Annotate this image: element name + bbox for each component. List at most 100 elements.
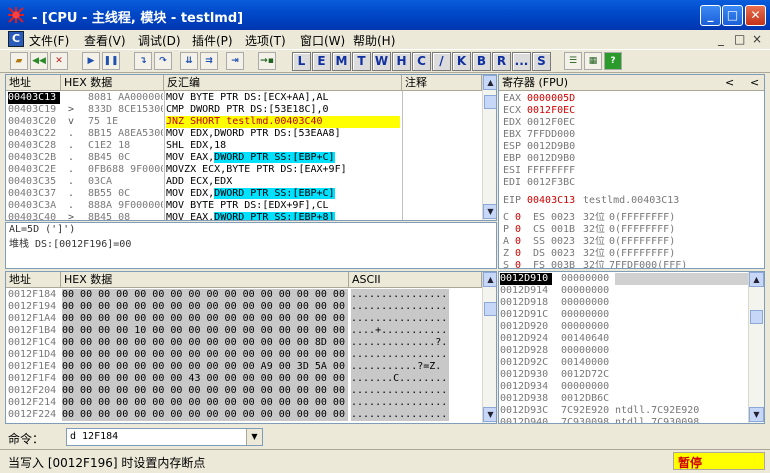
disasm-header-disassembly[interactable]: 反汇编 bbox=[164, 75, 402, 91]
chevron-down-icon[interactable]: ▼ bbox=[246, 429, 262, 445]
menu-help[interactable]: 帮助(H) bbox=[353, 32, 395, 49]
prev-arrow-icon[interactable]: < bbox=[725, 75, 734, 90]
trace-into-icon[interactable]: ⇊ bbox=[180, 52, 198, 70]
disasm-header-address[interactable]: 地址 bbox=[6, 75, 61, 91]
mdi-minimize-button[interactable]: _ bbox=[718, 32, 724, 46]
list-icon[interactable]: ☰ bbox=[564, 52, 582, 70]
disasm-row[interactable]: 00403C19 >833D 8CE15300 CMP DWORD PTR DS:[… bbox=[6, 104, 482, 116]
menu-window[interactable]: 窗口(W) bbox=[300, 32, 345, 49]
command-input[interactable]: d 12F184 ▼ bbox=[66, 428, 263, 446]
stack-row[interactable]: 0012D938 0012DB6C bbox=[499, 393, 748, 405]
registers-header[interactable]: 寄存器 (FPU) < < bbox=[499, 75, 764, 91]
dump-header-hex[interactable]: HEX 数据 bbox=[61, 272, 349, 288]
scroll-up-icon[interactable]: ▲ bbox=[749, 272, 764, 287]
menu-debug[interactable]: 调试(D) bbox=[138, 32, 181, 49]
dump-row[interactable]: 0012F1D4 00 00 00 00 00 00 00 00 00 00 00… bbox=[6, 349, 482, 361]
cpu-window-icon[interactable]: C bbox=[8, 31, 24, 47]
disasm-row[interactable]: 00403C35. 03CA ADD ECX,EDX bbox=[6, 176, 482, 188]
goto-icon[interactable]: →▪ bbox=[258, 52, 276, 70]
log-window-button[interactable]: L bbox=[292, 52, 311, 71]
minimize-button[interactable]: _ bbox=[700, 5, 721, 26]
next-arrow-icon[interactable]: < bbox=[750, 75, 759, 90]
stack-row[interactable]: 0012D940 7C930098 ntdll.7C930098 bbox=[499, 417, 748, 423]
help-icon[interactable]: ? bbox=[604, 52, 622, 70]
disasm-row[interactable]: 00403C3A. 888A 9F000000 MOV BYTE PTR DS:[E… bbox=[6, 200, 482, 212]
cpu-button[interactable]: C bbox=[412, 52, 431, 71]
source-button[interactable]: S bbox=[532, 52, 551, 71]
dump-row[interactable]: 0012F194 00 00 00 00 00 00 00 00 00 00 00… bbox=[6, 301, 482, 313]
stack-row[interactable]: 0012D92C 00140000 bbox=[499, 357, 748, 369]
step-into-icon[interactable]: ↴ bbox=[134, 52, 152, 70]
dump-row[interactable]: 0012F214 00 00 00 00 00 00 00 00 00 00 00… bbox=[6, 397, 482, 409]
stack-row[interactable]: 0012D928 00000000 bbox=[499, 345, 748, 357]
menu-plugins[interactable]: 插件(P) bbox=[192, 32, 233, 49]
references-button[interactable]: R bbox=[492, 52, 511, 71]
stack-row[interactable]: 0012D918 00000000 bbox=[499, 297, 748, 309]
stack-scrollbar[interactable]: ▲ ▼ bbox=[748, 272, 764, 423]
scroll-thumb[interactable] bbox=[750, 310, 763, 324]
dump-row[interactable]: 0012F1B4 00 00 00 00 10 00 00 00 00 00 00… bbox=[6, 325, 482, 337]
disasm-scrollbar[interactable]: ▲ ▼ bbox=[482, 75, 496, 220]
menu-view[interactable]: 查看(V) bbox=[84, 32, 126, 49]
trace-over-icon[interactable]: ⇉ bbox=[200, 52, 218, 70]
disasm-row[interactable]: 00403C2E. 0FB688 9F0000 MOVZX ECX,BYTE PTR… bbox=[6, 164, 482, 176]
scroll-up-icon[interactable]: ▲ bbox=[483, 75, 496, 90]
scroll-thumb[interactable] bbox=[484, 95, 496, 109]
dump-row[interactable]: 0012F1A4 00 00 00 00 00 00 00 00 00 00 00… bbox=[6, 313, 482, 325]
stack-row[interactable]: 0012D930 0012D72C bbox=[499, 369, 748, 381]
run-icon[interactable]: ▶ bbox=[82, 52, 100, 70]
execute-till-return-icon[interactable]: ⇥ bbox=[226, 52, 244, 70]
stack-row[interactable]: 0012D920 00000000 bbox=[499, 321, 748, 333]
disasm-row[interactable]: 00403C20 v 75 1E JNZ SHORT testlmd.00403C40 bbox=[6, 116, 482, 128]
scroll-down-icon[interactable]: ▼ bbox=[749, 407, 764, 422]
dump-row[interactable]: 0012F204 00 00 00 00 00 00 00 00 00 00 00… bbox=[6, 385, 482, 397]
dump-header-address[interactable]: 地址 bbox=[6, 272, 61, 288]
memory-map-button[interactable]: M bbox=[332, 52, 351, 71]
disasm-row[interactable]: 00403C2B. 8B45 0C MOV EAX,DWORD PTR SS:[EB… bbox=[6, 152, 482, 164]
dump-row[interactable]: 0012F1F4 00 00 00 00 00 00 00 43 00 00 00… bbox=[6, 373, 482, 385]
stack-row[interactable]: 0012D914 00000000 bbox=[499, 285, 748, 297]
close-program-icon[interactable]: ✕ bbox=[50, 52, 68, 70]
dump-row[interactable]: 0012F224 00 00 00 00 00 00 00 00 00 00 00… bbox=[6, 409, 482, 421]
dump-row[interactable]: 0012F184 00 00 00 00 00 00 00 00 00 00 00… bbox=[6, 289, 482, 301]
dump-scrollbar[interactable]: ▲ ▼ bbox=[482, 272, 496, 423]
disasm-header-comment[interactable]: 注释 bbox=[402, 75, 482, 91]
stack-row[interactable]: 0012D91C 00000000 bbox=[499, 309, 748, 321]
disasm-row[interactable]: 00403C13 8081 AA000000 MOV BYTE PTR DS:[EC… bbox=[6, 92, 482, 104]
dump-row[interactable]: 0012F1C4 00 00 00 00 00 00 00 00 00 00 00… bbox=[6, 337, 482, 349]
disasm-row[interactable]: 00403C37. 8B55 0C MOV EDX,DWORD PTR SS:[EB… bbox=[6, 188, 482, 200]
step-over-icon[interactable]: ↷ bbox=[154, 52, 172, 70]
restart-icon[interactable]: ◀◀ bbox=[30, 52, 48, 70]
call-stack-button[interactable]: K bbox=[452, 52, 471, 71]
dump-row[interactable]: 0012F1E4 00 00 00 00 00 00 00 00 00 00 00… bbox=[6, 361, 482, 373]
disasm-header-hex[interactable]: HEX 数据 bbox=[61, 75, 164, 91]
stack-row[interactable]: 0012D934 00000000 bbox=[499, 381, 748, 393]
stack-row[interactable]: 0012D93C 7C92E920 ntdll.7C92E920 bbox=[499, 405, 748, 417]
menu-options[interactable]: 选项(T) bbox=[245, 32, 286, 49]
disasm-row[interactable]: 00403C22. 8B15 A8EA5300 MOV EDX,DWORD PTR … bbox=[6, 128, 482, 140]
windows-button[interactable]: W bbox=[372, 52, 391, 71]
scroll-down-icon[interactable]: ▼ bbox=[483, 407, 496, 422]
open-icon[interactable]: ▰ bbox=[10, 52, 28, 70]
mdi-close-button[interactable]: × bbox=[752, 32, 762, 46]
disasm-row[interactable]: 00403C40 >8B45 08 MOV EAX,DWORD PTR SS:[EB… bbox=[6, 212, 482, 220]
menu-file[interactable]: 文件(F) bbox=[29, 32, 69, 49]
pause-icon[interactable]: ❚❚ bbox=[102, 52, 120, 70]
grid-icon[interactable]: ▦ bbox=[584, 52, 602, 70]
scroll-up-icon[interactable]: ▲ bbox=[483, 272, 496, 287]
handles-button[interactable]: H bbox=[392, 52, 411, 71]
scroll-down-icon[interactable]: ▼ bbox=[483, 204, 496, 219]
scroll-thumb[interactable] bbox=[484, 302, 496, 316]
run-trace-button[interactable]: ... bbox=[512, 52, 531, 71]
maximize-button[interactable]: □ bbox=[722, 5, 743, 26]
patches-button[interactable]: / bbox=[432, 52, 451, 71]
threads-button[interactable]: T bbox=[352, 52, 371, 71]
executable-modules-button[interactable]: E bbox=[312, 52, 331, 71]
stack-row[interactable]: 0012D910 00000000 bbox=[499, 273, 748, 285]
disasm-row[interactable]: 00403C28. C1E2 18 SHL EDX,18 bbox=[6, 140, 482, 152]
close-button[interactable]: ✕ bbox=[745, 5, 766, 26]
dump-header-ascii[interactable]: ASCII bbox=[349, 272, 482, 288]
stack-row[interactable]: 0012D924 00140640 bbox=[499, 333, 748, 345]
breakpoints-button[interactable]: B bbox=[472, 52, 491, 71]
mdi-restore-button[interactable]: □ bbox=[734, 32, 745, 46]
